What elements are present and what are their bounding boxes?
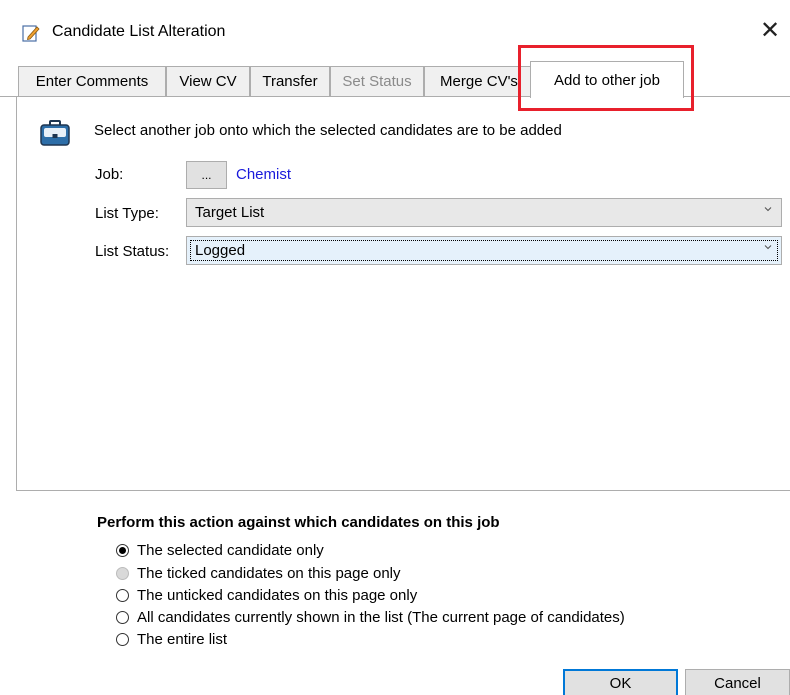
edit-pencil-icon bbox=[22, 25, 40, 42]
chevron-down-icon bbox=[764, 207, 772, 212]
radio-label: The entire list bbox=[137, 630, 228, 648]
radio-unticked-candidates[interactable]: The unticked candidates on this page onl… bbox=[116, 585, 417, 605]
close-button[interactable]: ✕ bbox=[752, 16, 788, 48]
list-type-value: Target List bbox=[195, 204, 265, 221]
chevron-down-icon bbox=[764, 245, 772, 250]
tab-add-to-other-job[interactable]: Add to other job bbox=[530, 61, 684, 98]
ok-button[interactable]: OK bbox=[563, 669, 678, 695]
list-status-value: Logged bbox=[195, 242, 246, 259]
job-label: Job: bbox=[95, 166, 124, 183]
radio-label: All candidates currently shown in the li… bbox=[137, 608, 625, 626]
title-bar: Candidate List Alteration ✕ bbox=[0, 0, 790, 62]
radio-button[interactable] bbox=[116, 632, 129, 646]
briefcase-icon bbox=[40, 120, 70, 146]
instructions-text: Select another job onto which the select… bbox=[94, 122, 562, 139]
radio-ticked-candidates[interactable]: The ticked candidates on this page only bbox=[116, 563, 401, 583]
radio-button[interactable] bbox=[116, 543, 129, 557]
list-status-label: List Status: bbox=[95, 243, 170, 260]
radio-button[interactable] bbox=[116, 566, 129, 580]
tab-strip: Enter Comments View CV Transfer Set Stat… bbox=[0, 61, 790, 98]
focus-ring bbox=[190, 240, 778, 261]
radio-all-shown-candidates[interactable]: All candidates currently shown in the li… bbox=[116, 607, 625, 627]
job-browse-button[interactable]: ... bbox=[186, 161, 227, 189]
radio-label: The selected candidate only bbox=[137, 541, 324, 559]
radio-label: The ticked candidates on this page only bbox=[137, 564, 401, 582]
tab-panel bbox=[16, 96, 790, 491]
tab-set-status[interactable]: Set Status bbox=[330, 66, 424, 97]
job-link[interactable]: Chemist bbox=[236, 166, 291, 183]
window-title: Candidate List Alteration bbox=[52, 23, 226, 40]
radio-label: The unticked candidates on this page onl… bbox=[137, 586, 418, 604]
radio-entire-list[interactable]: The entire list bbox=[116, 629, 227, 649]
radio-button[interactable] bbox=[116, 588, 129, 602]
list-type-label: List Type: bbox=[95, 205, 159, 222]
list-status-select[interactable]: Logged bbox=[186, 236, 782, 265]
tab-merge-cvs[interactable]: Merge CV's bbox=[424, 66, 534, 97]
tab-baseline bbox=[0, 96, 16, 97]
tab-transfer[interactable]: Transfer bbox=[250, 66, 330, 97]
candidates-group-title: Perform this action against which candid… bbox=[97, 514, 500, 531]
list-type-select[interactable]: Target List bbox=[186, 198, 782, 227]
radio-selected-candidate[interactable]: The selected candidate only bbox=[116, 540, 324, 560]
tab-view-cv[interactable]: View CV bbox=[166, 66, 250, 97]
tab-enter-comments[interactable]: Enter Comments bbox=[18, 66, 166, 97]
cancel-button[interactable]: Cancel bbox=[685, 669, 790, 695]
radio-button[interactable] bbox=[116, 610, 129, 624]
